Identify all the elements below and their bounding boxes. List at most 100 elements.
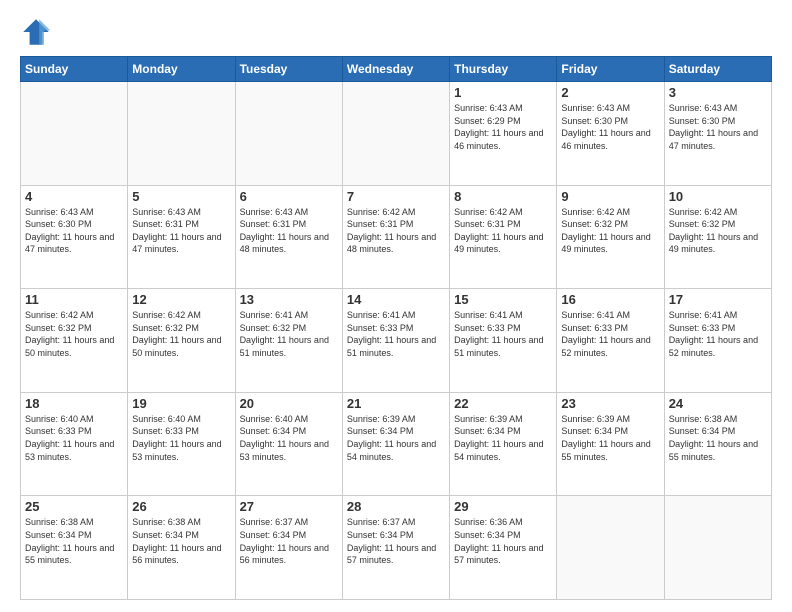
day-info: Sunrise: 6:43 AM Sunset: 6:30 PM Dayligh… xyxy=(25,206,123,256)
calendar-cell: 24 Sunrise: 6:38 AM Sunset: 6:34 PM Dayli… xyxy=(664,392,771,496)
week-row-1: 1 Sunrise: 6:43 AM Sunset: 6:29 PM Daylig… xyxy=(21,82,772,186)
calendar-cell xyxy=(342,82,449,186)
day-number: 2 xyxy=(561,85,659,100)
day-info: Sunrise: 6:36 AM Sunset: 6:34 PM Dayligh… xyxy=(454,516,552,566)
week-row-5: 25 Sunrise: 6:38 AM Sunset: 6:34 PM Dayli… xyxy=(21,496,772,600)
day-number: 28 xyxy=(347,499,445,514)
day-number: 17 xyxy=(669,292,767,307)
calendar-cell xyxy=(235,82,342,186)
day-info: Sunrise: 6:38 AM Sunset: 6:34 PM Dayligh… xyxy=(132,516,230,566)
weekday-header-thursday: Thursday xyxy=(450,57,557,82)
calendar-cell: 2 Sunrise: 6:43 AM Sunset: 6:30 PM Daylig… xyxy=(557,82,664,186)
calendar-cell: 16 Sunrise: 6:41 AM Sunset: 6:33 PM Dayli… xyxy=(557,289,664,393)
calendar-cell: 23 Sunrise: 6:39 AM Sunset: 6:34 PM Dayli… xyxy=(557,392,664,496)
day-number: 12 xyxy=(132,292,230,307)
calendar-cell xyxy=(557,496,664,600)
calendar-cell xyxy=(21,82,128,186)
week-row-3: 11 Sunrise: 6:42 AM Sunset: 6:32 PM Dayli… xyxy=(21,289,772,393)
day-number: 18 xyxy=(25,396,123,411)
day-info: Sunrise: 6:39 AM Sunset: 6:34 PM Dayligh… xyxy=(561,413,659,463)
day-info: Sunrise: 6:42 AM Sunset: 6:31 PM Dayligh… xyxy=(347,206,445,256)
calendar-cell: 26 Sunrise: 6:38 AM Sunset: 6:34 PM Dayli… xyxy=(128,496,235,600)
day-number: 3 xyxy=(669,85,767,100)
day-info: Sunrise: 6:41 AM Sunset: 6:33 PM Dayligh… xyxy=(454,309,552,359)
day-number: 8 xyxy=(454,189,552,204)
calendar-cell: 1 Sunrise: 6:43 AM Sunset: 6:29 PM Daylig… xyxy=(450,82,557,186)
day-number: 1 xyxy=(454,85,552,100)
calendar-cell: 29 Sunrise: 6:36 AM Sunset: 6:34 PM Dayli… xyxy=(450,496,557,600)
calendar-cell xyxy=(664,496,771,600)
logo-icon xyxy=(20,16,52,48)
day-number: 16 xyxy=(561,292,659,307)
calendar-cell: 27Sunrise: 6:37 AM Sunset: 6:34 PM Dayli… xyxy=(235,496,342,600)
calendar-cell: 17 Sunrise: 6:41 AM Sunset: 6:33 PM Dayli… xyxy=(664,289,771,393)
day-number: 22 xyxy=(454,396,552,411)
calendar-cell: 18 Sunrise: 6:40 AM Sunset: 6:33 PM Dayli… xyxy=(21,392,128,496)
day-info: Sunrise: 6:42 AM Sunset: 6:32 PM Dayligh… xyxy=(132,309,230,359)
calendar-cell: 4 Sunrise: 6:43 AM Sunset: 6:30 PM Daylig… xyxy=(21,185,128,289)
week-row-2: 4 Sunrise: 6:43 AM Sunset: 6:30 PM Daylig… xyxy=(21,185,772,289)
day-number: 23 xyxy=(561,396,659,411)
day-number: 6 xyxy=(240,189,338,204)
day-info: Sunrise: 6:43 AM Sunset: 6:30 PM Dayligh… xyxy=(561,102,659,152)
day-info: Sunrise: 6:41 AM Sunset: 6:32 PM Dayligh… xyxy=(240,309,338,359)
day-number: 13 xyxy=(240,292,338,307)
day-info: Sunrise: 6:41 AM Sunset: 6:33 PM Dayligh… xyxy=(561,309,659,359)
calendar-cell xyxy=(128,82,235,186)
day-info: Sunrise: 6:37 AM Sunset: 6:34 PM Dayligh… xyxy=(347,516,445,566)
page: SundayMondayTuesdayWednesdayThursdayFrid… xyxy=(0,0,792,612)
day-info: Sunrise: 6:42 AM Sunset: 6:31 PM Dayligh… xyxy=(454,206,552,256)
calendar-cell: 22 Sunrise: 6:39 AM Sunset: 6:34 PM Dayli… xyxy=(450,392,557,496)
calendar-cell: 8 Sunrise: 6:42 AM Sunset: 6:31 PM Daylig… xyxy=(450,185,557,289)
day-info: Sunrise: 6:41 AM Sunset: 6:33 PM Dayligh… xyxy=(347,309,445,359)
calendar-cell: 7 Sunrise: 6:42 AM Sunset: 6:31 PM Daylig… xyxy=(342,185,449,289)
calendar-cell: 21 Sunrise: 6:39 AM Sunset: 6:34 PM Dayli… xyxy=(342,392,449,496)
day-info: Sunrise: 6:42 AM Sunset: 6:32 PM Dayligh… xyxy=(25,309,123,359)
day-info: Sunrise: 6:43 AM Sunset: 6:29 PM Dayligh… xyxy=(454,102,552,152)
day-info: Sunrise: 6:41 AM Sunset: 6:33 PM Dayligh… xyxy=(669,309,767,359)
day-info: Sunrise: 6:43 AM Sunset: 6:31 PM Dayligh… xyxy=(240,206,338,256)
day-info: Sunrise: 6:38 AM Sunset: 6:34 PM Dayligh… xyxy=(669,413,767,463)
weekday-header-saturday: Saturday xyxy=(664,57,771,82)
header xyxy=(20,16,772,48)
day-number: 24 xyxy=(669,396,767,411)
calendar-cell: 19 Sunrise: 6:40 AM Sunset: 6:33 PM Dayli… xyxy=(128,392,235,496)
day-number: 21 xyxy=(347,396,445,411)
day-number: 26 xyxy=(132,499,230,514)
day-number: 19 xyxy=(132,396,230,411)
day-number: 25 xyxy=(25,499,123,514)
day-number: 14 xyxy=(347,292,445,307)
weekday-header-wednesday: Wednesday xyxy=(342,57,449,82)
day-info: Sunrise: 6:42 AM Sunset: 6:32 PM Dayligh… xyxy=(561,206,659,256)
day-info: Sunrise: 6:40 AM Sunset: 6:33 PM Dayligh… xyxy=(25,413,123,463)
day-number: 27 xyxy=(240,499,338,514)
weekday-header-tuesday: Tuesday xyxy=(235,57,342,82)
calendar-cell: 10Sunrise: 6:42 AM Sunset: 6:32 PM Dayli… xyxy=(664,185,771,289)
calendar-cell: 11 Sunrise: 6:42 AM Sunset: 6:32 PM Dayli… xyxy=(21,289,128,393)
calendar-table: SundayMondayTuesdayWednesdayThursdayFrid… xyxy=(20,56,772,600)
day-info: Sunrise: 6:38 AM Sunset: 6:34 PM Dayligh… xyxy=(25,516,123,566)
day-info: Sunrise: 6:39 AM Sunset: 6:34 PM Dayligh… xyxy=(347,413,445,463)
weekday-header-friday: Friday xyxy=(557,57,664,82)
calendar-cell: 5Sunrise: 6:43 AM Sunset: 6:31 PM Daylig… xyxy=(128,185,235,289)
calendar-cell: 14 Sunrise: 6:41 AM Sunset: 6:33 PM Dayli… xyxy=(342,289,449,393)
day-number: 11 xyxy=(25,292,123,307)
day-number: 7 xyxy=(347,189,445,204)
calendar-cell: 20Sunrise: 6:40 AM Sunset: 6:34 PM Dayli… xyxy=(235,392,342,496)
calendar-cell: 12 Sunrise: 6:42 AM Sunset: 6:32 PM Dayli… xyxy=(128,289,235,393)
calendar-cell: 3Sunrise: 6:43 AM Sunset: 6:30 PM Daylig… xyxy=(664,82,771,186)
calendar-cell: 25 Sunrise: 6:38 AM Sunset: 6:34 PM Dayli… xyxy=(21,496,128,600)
weekday-header-row: SundayMondayTuesdayWednesdayThursdayFrid… xyxy=(21,57,772,82)
calendar-cell: 28 Sunrise: 6:37 AM Sunset: 6:34 PM Dayli… xyxy=(342,496,449,600)
day-number: 4 xyxy=(25,189,123,204)
calendar-cell: 6 Sunrise: 6:43 AM Sunset: 6:31 PM Daylig… xyxy=(235,185,342,289)
logo xyxy=(20,16,56,48)
calendar-cell: 9Sunrise: 6:42 AM Sunset: 6:32 PM Daylig… xyxy=(557,185,664,289)
day-number: 29 xyxy=(454,499,552,514)
day-info: Sunrise: 6:40 AM Sunset: 6:34 PM Dayligh… xyxy=(240,413,338,463)
day-info: Sunrise: 6:40 AM Sunset: 6:33 PM Dayligh… xyxy=(132,413,230,463)
calendar-cell: 15 Sunrise: 6:41 AM Sunset: 6:33 PM Dayli… xyxy=(450,289,557,393)
day-info: Sunrise: 6:39 AM Sunset: 6:34 PM Dayligh… xyxy=(454,413,552,463)
day-info: Sunrise: 6:43 AM Sunset: 6:31 PM Dayligh… xyxy=(132,206,230,256)
day-number: 15 xyxy=(454,292,552,307)
